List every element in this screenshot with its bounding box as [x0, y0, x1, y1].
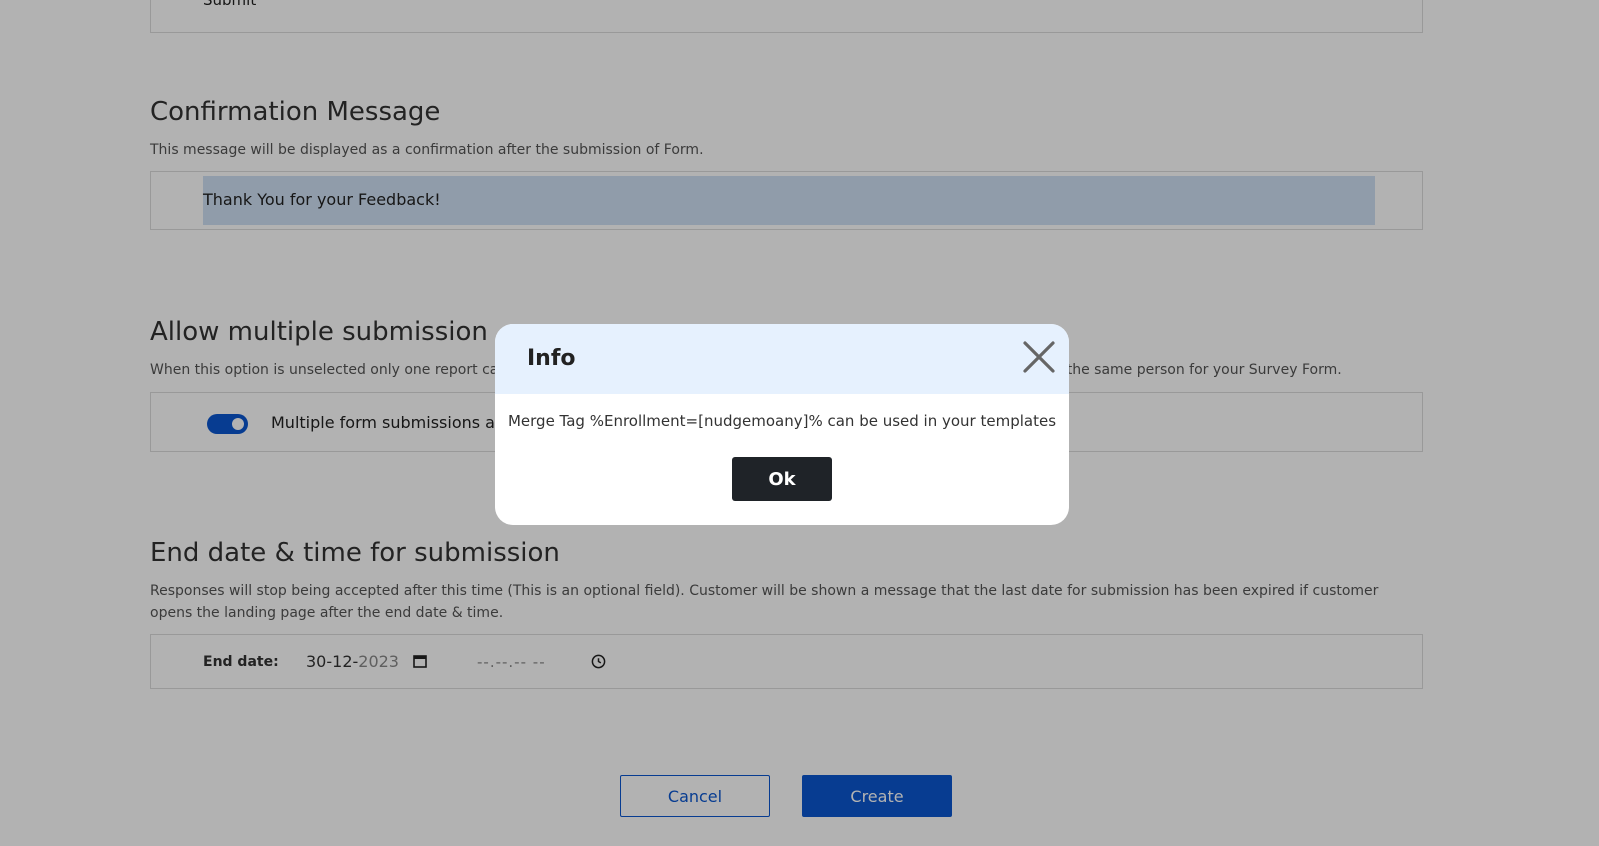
form-settings-page: Submit Confirmation Message This message…	[0, 0, 1599, 846]
ok-button[interactable]: Ok	[732, 457, 832, 501]
info-dialog-title: Info	[527, 346, 576, 371]
info-dialog-message: Merge Tag %Enrollment=[nudgemoany]% can …	[507, 412, 1057, 430]
info-dialog-header: Info	[495, 324, 1069, 394]
info-dialog: Info Merge Tag %Enrollment=[nudgemoany]%…	[495, 324, 1069, 525]
close-icon[interactable]	[1021, 339, 1057, 375]
